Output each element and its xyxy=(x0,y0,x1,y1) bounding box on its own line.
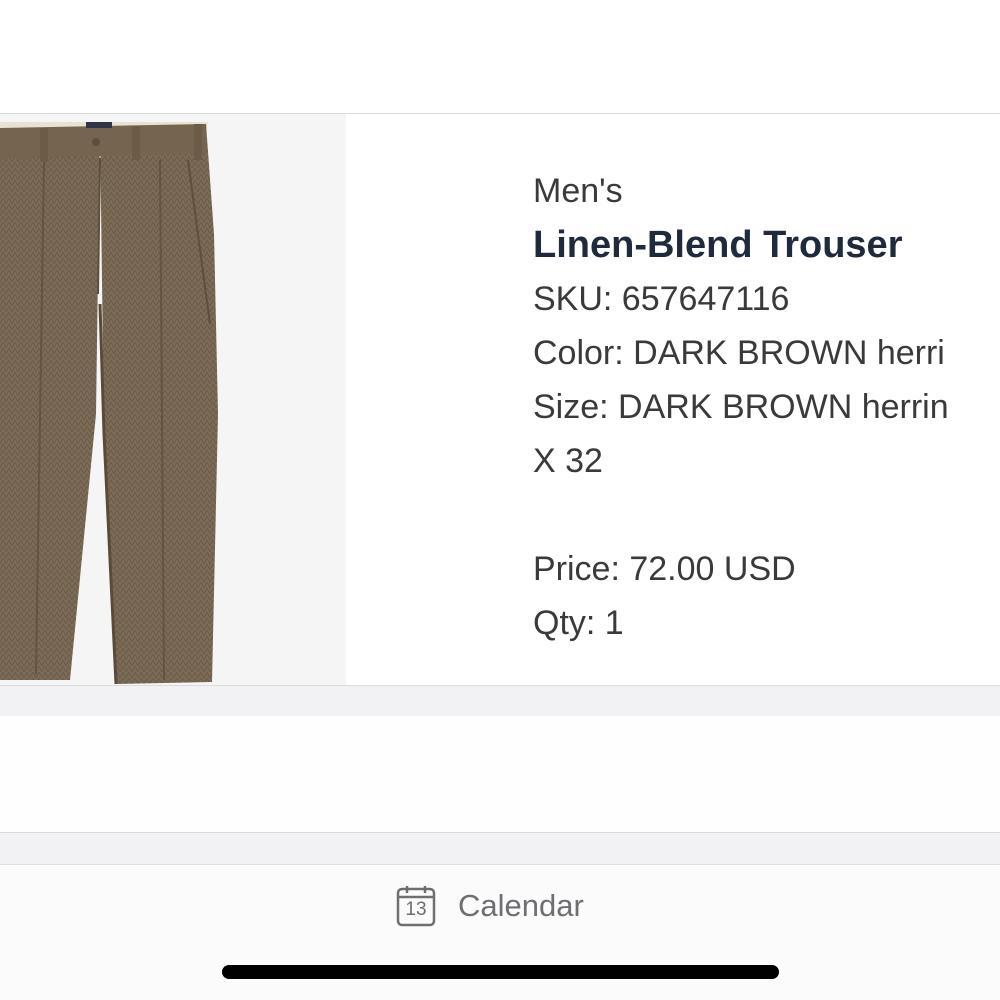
bottom-toolbar: 13 Calendar xyxy=(0,865,1000,1000)
product-size: Size: DARK BROWN herrin xyxy=(533,388,949,426)
product-size-continued: X 32 xyxy=(533,442,603,480)
top-blank-area xyxy=(0,0,1000,114)
product-category: Men's xyxy=(533,172,623,210)
product-color: Color: DARK BROWN herri xyxy=(533,334,945,372)
product-sku: SKU: 657647116 xyxy=(533,280,790,318)
product-quantity: Qty: 1 xyxy=(533,604,624,642)
product-name[interactable]: Linen-Blend Trouser xyxy=(533,218,1000,272)
calendar-day: 13 xyxy=(405,899,427,920)
calendar-button[interactable]: 13 Calendar xyxy=(396,883,584,929)
trousers-photo xyxy=(0,122,218,685)
calendar-label: Calendar xyxy=(458,888,584,923)
home-indicator[interactable] xyxy=(222,965,779,979)
product-image[interactable] xyxy=(0,114,346,685)
order-item-screen: Men's Linen-Blend Trouser SKU: 657647116… xyxy=(0,0,1000,1000)
product-price: Price: 72.00 USD xyxy=(533,550,796,588)
calendar-icon: 13 xyxy=(396,885,436,927)
toolbar-separator xyxy=(0,833,1000,865)
empty-section xyxy=(0,716,1000,833)
product-row[interactable]: Men's Linen-Blend Trouser SKU: 657647116… xyxy=(0,114,1000,685)
section-divider xyxy=(0,685,1000,717)
product-details: Men's Linen-Blend Trouser SKU: 657647116… xyxy=(533,164,1000,650)
